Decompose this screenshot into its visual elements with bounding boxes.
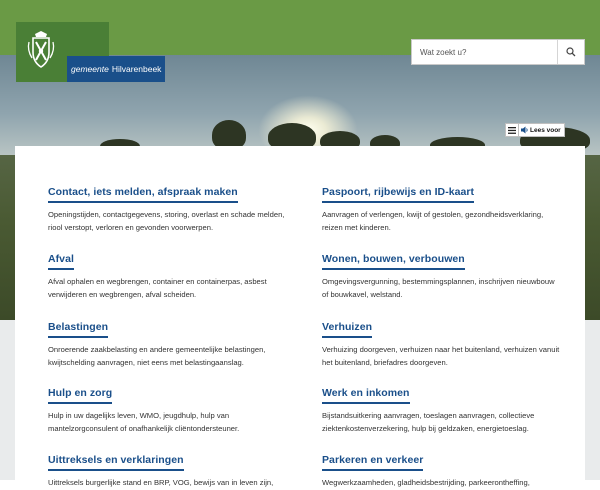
topic-description: Openingstijden, contactgegevens, storing… — [48, 210, 285, 232]
topic-tile[interactable]: Contact, iets melden, afspraak maken Ope… — [48, 182, 288, 234]
menu-icon — [508, 126, 516, 134]
topic-tile[interactable]: Belastingen Onroerende zaakbelasting en … — [48, 317, 288, 369]
topic-tile[interactable]: Werk en inkomen Bijstandsuitkering aanvr… — [322, 383, 562, 435]
search-icon — [566, 47, 576, 57]
topic-title[interactable]: Verhuizen — [322, 321, 373, 338]
topic-description: Onroerende zaakbelasting en andere gemee… — [48, 345, 266, 367]
topic-title[interactable]: Paspoort, rijbewijs en ID-kaart — [322, 186, 475, 203]
brand-name: Hilvarenbeek — [111, 64, 162, 74]
topic-tile[interactable]: Wonen, bouwen, verbouwen Omgevingsvergun… — [322, 249, 562, 301]
topic-description: Bijstandsuitkering aanvragen, toeslagen … — [322, 411, 535, 433]
municipal-crest-icon — [27, 31, 55, 68]
topic-tile[interactable]: Verhuizen Verhuizing doorgeven, verhuize… — [322, 317, 562, 369]
topic-tile[interactable]: Paspoort, rijbewijs en ID-kaart Aanvrage… — [322, 182, 562, 234]
topic-description: Aanvragen of verlengen, kwijt of gestole… — [322, 210, 544, 232]
speaker-icon — [521, 126, 528, 134]
readspeaker-label: Lees voor — [530, 126, 561, 134]
topic-tile[interactable]: Uittreksels en verklaringen Uittreksels … — [48, 450, 288, 490]
search-input[interactable] — [412, 41, 557, 63]
topic-description: Wegwerkzaamheden, gladheidsbestrijding, … — [322, 478, 530, 487]
readspeaker-play-button[interactable]: Lees voor — [521, 126, 561, 134]
topic-title[interactable]: Werk en inkomen — [322, 387, 410, 404]
topic-tile[interactable]: Hulp en zorg Hulp in uw dagelijks leven,… — [48, 383, 288, 435]
topic-title[interactable]: Afval — [48, 253, 74, 270]
topic-title[interactable]: Hulp en zorg — [48, 387, 113, 404]
topic-description: Hulp in uw dagelijks leven, WMO, jeugdhu… — [48, 411, 240, 433]
topic-title[interactable]: Contact, iets melden, afspraak maken — [48, 186, 238, 203]
search-button[interactable] — [557, 40, 584, 64]
topics-card: Contact, iets melden, afspraak maken Ope… — [15, 146, 585, 487]
topic-description: Afval ophalen en wegbrengen, container e… — [48, 277, 267, 299]
topic-title[interactable]: Uittreksels en verklaringen — [48, 454, 184, 471]
topic-title[interactable]: Belastingen — [48, 321, 109, 338]
topic-title[interactable]: Wonen, bouwen, verbouwen — [322, 253, 465, 270]
brand-bar[interactable]: gemeente Hilvarenbeek — [67, 56, 165, 82]
topic-tile[interactable]: Parkeren en verkeer Wegwerkzaamheden, gl… — [322, 450, 562, 490]
readspeaker-menu-button[interactable] — [506, 124, 519, 136]
readspeaker-widget: Lees voor — [505, 123, 565, 137]
search-box — [411, 39, 585, 65]
topic-tile[interactable]: Afval Afval ophalen en wegbrengen, conta… — [48, 249, 288, 301]
brand-prefix: gemeente — [71, 64, 109, 74]
topic-title[interactable]: Parkeren en verkeer — [322, 454, 424, 471]
topic-description: Omgevingsvergunning, bestemmingsplannen,… — [322, 277, 555, 299]
topic-description: Uittreksels burgerlijke stand en BRP, VO… — [48, 478, 274, 487]
topic-description: Verhuizing doorgeven, verhuizen naar het… — [322, 345, 560, 367]
